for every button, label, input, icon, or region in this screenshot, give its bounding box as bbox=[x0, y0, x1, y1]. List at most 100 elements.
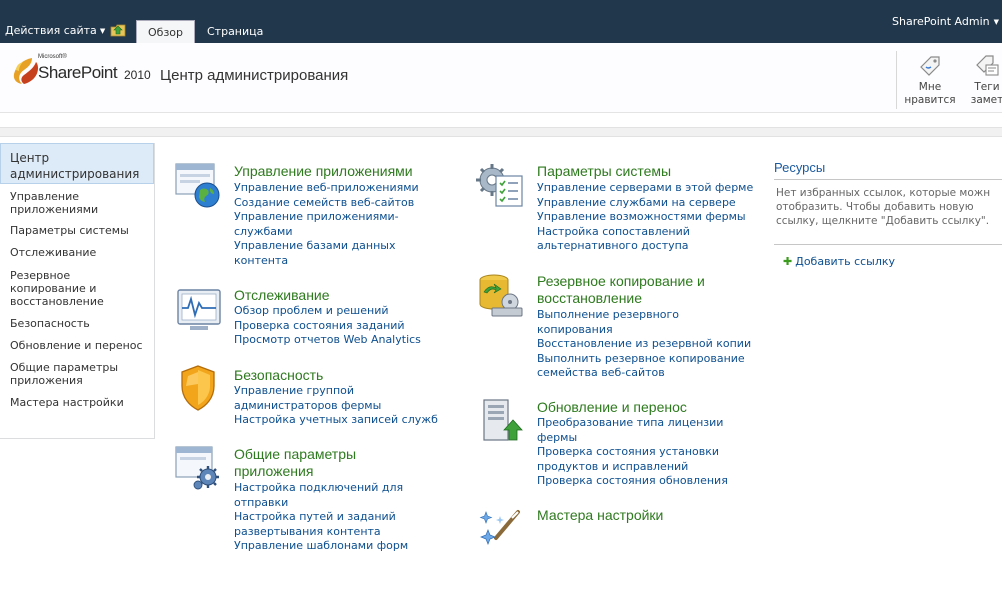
link-configure-service-accounts[interactable]: Настройка учетных записей служб bbox=[234, 413, 438, 428]
section-title[interactable]: Обновление и перенос bbox=[537, 399, 687, 416]
section-title[interactable]: восстановление bbox=[537, 290, 642, 307]
quick-launch-item-label: Отслеживание bbox=[10, 246, 97, 259]
section-title[interactable]: Отслеживание bbox=[234, 287, 330, 304]
system-settings-icon bbox=[476, 164, 523, 207]
resources-divider bbox=[774, 179, 1002, 180]
quick-launch-item-label: восстановление bbox=[10, 295, 104, 308]
like-tag-icon bbox=[920, 56, 940, 76]
chevron-down-icon: ▼ bbox=[993, 18, 999, 26]
link-convert-license-type[interactable]: Преобразование типа лицензии bbox=[537, 416, 723, 431]
user-name: SharePoint Admin bbox=[892, 15, 990, 28]
link-backup-site-collection[interactable]: семейства веб-сайтов bbox=[537, 366, 665, 381]
resources-title: Ресурсы bbox=[774, 160, 826, 175]
link-configure-content-deployment[interactable]: развертывания контента bbox=[234, 525, 381, 540]
shield-icon bbox=[181, 365, 215, 411]
link-web-analytics-reports[interactable]: Просмотр отчетов Web Analytics bbox=[234, 333, 421, 348]
quick-launch-item-backup-restore[interactable]: Резервное копирование и восстановление bbox=[10, 269, 150, 308]
quick-launch-item-system-settings[interactable]: Параметры системы bbox=[10, 224, 150, 237]
brand-microsoft: Microsoft® bbox=[38, 54, 67, 60]
tags-notes-line2: замет bbox=[970, 94, 1002, 106]
quick-launch-item-label: копирование и bbox=[10, 282, 97, 295]
link-backup-site-collection[interactable]: Выполнить резервное копирование bbox=[537, 352, 745, 367]
link-convert-license-type[interactable]: фермы bbox=[537, 431, 577, 446]
resources-empty-text: ссылку, щелкните "Добавить ссылку". bbox=[776, 215, 990, 227]
quick-launch-item-monitoring[interactable]: Отслеживание bbox=[10, 246, 150, 259]
i-like-it-line2: нравится bbox=[904, 94, 956, 106]
resources-empty-text: Нет избранных ссылок, которые можн bbox=[776, 187, 991, 199]
i-like-it-line1: Мне bbox=[918, 81, 942, 93]
site-actions-menu[interactable]: Действия сайта ▼ bbox=[5, 24, 105, 37]
tab-browse[interactable]: Обзор bbox=[136, 20, 196, 43]
section-title[interactable]: Параметры системы bbox=[537, 163, 671, 180]
quick-launch-item-security[interactable]: Безопасность bbox=[10, 317, 150, 330]
ribbon-bar: Действия сайта ▼ Обзор Страница SharePoin… bbox=[0, 0, 1002, 43]
toolbar-divider bbox=[896, 51, 897, 109]
application-management-icon bbox=[175, 163, 220, 208]
tags-notes-line1: Теги bbox=[974, 81, 1000, 93]
quick-launch-item-upgrade-migration[interactable]: Обновление и перенос bbox=[10, 339, 150, 352]
link-manage-content-databases[interactable]: контента bbox=[234, 254, 288, 269]
quick-launch-item-label: Управление bbox=[10, 190, 80, 203]
link-manage-service-applications[interactable]: службами bbox=[234, 225, 292, 240]
link-configure-send-to-connections[interactable]: Настройка подключений для bbox=[234, 481, 403, 496]
add-link-label: Добавить ссылку bbox=[795, 255, 896, 268]
quick-launch-item-label: приложениями bbox=[10, 203, 99, 216]
tab-page[interactable]: Страница bbox=[196, 20, 274, 43]
link-configure-content-deployment[interactable]: Настройка путей и заданий bbox=[234, 510, 396, 525]
section-title[interactable]: Безопасность bbox=[234, 367, 323, 384]
backup-restore-icon bbox=[479, 274, 523, 317]
tags-notes-button[interactable]: Теги замет bbox=[957, 53, 1002, 107]
section-title[interactable]: Общие параметры bbox=[234, 446, 356, 463]
link-create-site-collections[interactable]: Создание семейств веб-сайтов bbox=[234, 196, 414, 211]
quick-launch-item-label: приложения bbox=[10, 374, 83, 387]
plus-icon: ✚ bbox=[783, 255, 793, 268]
brand-sharepoint: SharePoint bbox=[38, 63, 118, 82]
add-link-button[interactable]: ✚ Добавить ссылку bbox=[783, 255, 895, 268]
section-title[interactable]: приложения bbox=[234, 463, 313, 480]
link-check-installation-status[interactable]: продуктов и исправлений bbox=[537, 460, 688, 475]
section-title[interactable]: Резервное копирование и bbox=[537, 273, 705, 290]
link-perform-backup[interactable]: копирования bbox=[537, 323, 613, 338]
link-perform-backup[interactable]: Выполнение резервного bbox=[537, 308, 679, 323]
quick-launch-item-label: Обновление и перенос bbox=[10, 339, 143, 352]
link-manage-services-on-server[interactable]: Управление службами на сервере bbox=[537, 196, 736, 211]
site-actions-label: Действия сайта bbox=[5, 24, 97, 37]
section-title[interactable]: Мастера настройки bbox=[537, 507, 663, 524]
link-manage-farm-administrators[interactable]: администраторов фермы bbox=[234, 399, 381, 414]
link-alternate-access-mappings[interactable]: Настройка сопоставлений bbox=[537, 225, 690, 240]
content-divider-strip bbox=[0, 127, 1002, 137]
quick-launch-header-line: администрирования bbox=[10, 167, 140, 181]
magic-wand-icon bbox=[479, 510, 520, 545]
quick-launch: Центр администрирования Управление прило… bbox=[0, 143, 155, 439]
monitoring-icon bbox=[177, 289, 221, 330]
link-manage-servers[interactable]: Управление серверами в этой ферме bbox=[537, 181, 753, 196]
link-manage-web-applications[interactable]: Управление веб-приложениями bbox=[234, 181, 419, 196]
page-title: Центр администрирования bbox=[160, 67, 349, 84]
link-check-upgrade-status[interactable]: Проверка состояния обновления bbox=[537, 474, 728, 489]
link-review-problems[interactable]: Обзор проблем и решений bbox=[234, 304, 389, 319]
resources-empty-text: отобразить. Чтобы добавить новую bbox=[776, 201, 974, 213]
resources-divider bbox=[774, 244, 1002, 245]
brand-year: 2010 bbox=[124, 68, 151, 82]
link-alternate-access-mappings[interactable]: альтернативного доступа bbox=[537, 239, 689, 254]
link-configure-send-to-connections[interactable]: отправки bbox=[234, 496, 288, 511]
i-like-it-button[interactable]: Мне нравится bbox=[900, 53, 960, 107]
quick-launch-header[interactable]: Центр администрирования bbox=[0, 143, 154, 184]
link-check-job-status[interactable]: Проверка состояния заданий bbox=[234, 319, 405, 334]
link-manage-form-templates[interactable]: Управление шаблонами форм bbox=[234, 539, 408, 554]
user-menu[interactable]: SharePoint Admin ▼ bbox=[892, 15, 999, 28]
quick-launch-item-configuration-wizards[interactable]: Мастера настройки bbox=[10, 396, 150, 409]
quick-launch-item-app-management[interactable]: Управление приложениями bbox=[10, 190, 150, 216]
quick-launch-item-label: Мастера настройки bbox=[10, 396, 124, 409]
quick-launch-item-label: Резервное bbox=[10, 269, 71, 282]
section-title[interactable]: Управление приложениями bbox=[234, 163, 413, 180]
link-manage-content-databases[interactable]: Управление базами данных bbox=[234, 239, 396, 254]
quick-launch-item-general-settings[interactable]: Общие параметры приложения bbox=[10, 361, 150, 387]
link-manage-farm-features[interactable]: Управление возможностями фермы bbox=[537, 210, 746, 225]
link-manage-farm-administrators[interactable]: Управление группой bbox=[234, 384, 354, 399]
navigate-up-icon[interactable] bbox=[110, 23, 126, 37]
link-check-installation-status[interactable]: Проверка состояния установки bbox=[537, 445, 719, 460]
quick-launch-header-line: Центр bbox=[10, 151, 50, 165]
link-manage-service-applications[interactable]: Управление приложениями- bbox=[234, 210, 399, 225]
link-restore-from-backup[interactable]: Восстановление из резервной копии bbox=[537, 337, 751, 352]
